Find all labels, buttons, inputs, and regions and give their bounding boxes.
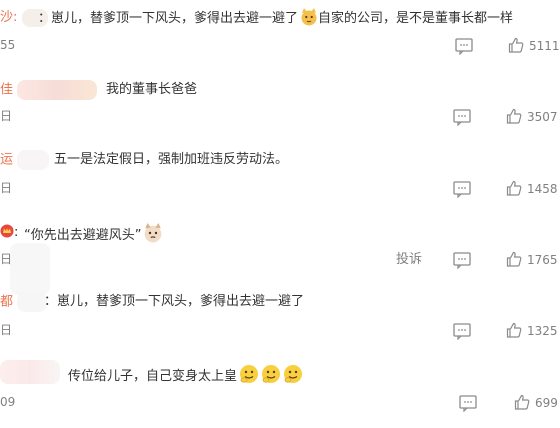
thumbs-up-icon (506, 251, 522, 267)
like-button[interactable]: 3507 (506, 108, 558, 126)
like-count: 699 (535, 396, 558, 410)
comment-text: ：崽儿，替爹顶一下风头，爹得出去避一避了 (44, 294, 305, 309)
thumbs-up-icon (506, 322, 522, 338)
face-emoji-icon (240, 365, 259, 383)
username[interactable]: 都 (0, 292, 48, 312)
report-button[interactable]: 投诉 (396, 251, 422, 269)
like-button[interactable]: 1765 (506, 251, 558, 269)
thumbs-up-icon (508, 37, 524, 53)
comment-time: 日 (0, 181, 13, 195)
face-emoji-icon (262, 365, 281, 383)
comment-time: 09 (0, 395, 16, 409)
like-button[interactable]: 1325 (506, 322, 558, 340)
like-count: 1458 (527, 182, 558, 196)
blurred-avatar (10, 243, 50, 295)
badge-icon (0, 224, 14, 238)
thumbs-up-icon (506, 180, 522, 196)
like-count: 3507 (527, 110, 558, 124)
thumbs-up-icon (506, 108, 522, 124)
username[interactable]: 佳 (0, 80, 98, 100)
reply-icon[interactable] (458, 394, 478, 412)
like-count: 5111 (529, 39, 560, 53)
comment-text: 我的董事长爸爸 (106, 82, 198, 97)
username[interactable]: : (0, 223, 18, 243)
like-count: 1765 (527, 253, 558, 267)
reply-icon[interactable] (454, 37, 474, 55)
reply-icon[interactable] (452, 322, 472, 340)
comment-time: 日 (0, 323, 13, 337)
blurred-username (17, 80, 98, 100)
username[interactable] (0, 360, 60, 384)
like-button[interactable]: 5111 (508, 37, 560, 55)
reply-icon[interactable] (452, 251, 472, 269)
thumbs-up-icon (514, 394, 530, 410)
comment-text: 传位给儿子，自己变身太上皇 (68, 364, 303, 384)
cat-emoji-icon (145, 223, 162, 243)
comment-time: 日 (0, 109, 13, 123)
blurred-username (17, 292, 48, 312)
blurred-username (0, 360, 60, 384)
face-emoji-icon (284, 365, 303, 383)
blurred-username (17, 150, 50, 170)
reply-icon[interactable] (452, 180, 472, 198)
reply-icon[interactable] (452, 108, 472, 126)
comment-text: ：崽儿，替爹顶一下风头，爹得出去避一避了 自家的公司，是不是董事长都一样 (38, 8, 513, 28)
like-count: 1325 (527, 324, 558, 338)
like-button[interactable]: 699 (514, 394, 558, 412)
like-button[interactable]: 1458 (506, 180, 558, 198)
comment-text: 五一是法定假日，强制加班违反劳动法。 (54, 152, 289, 167)
username[interactable]: 运 (0, 150, 50, 170)
comment-text: “你先出去避避风头” (24, 223, 163, 243)
comment-time: 55 (0, 38, 16, 52)
cat-emoji-icon (301, 8, 317, 26)
